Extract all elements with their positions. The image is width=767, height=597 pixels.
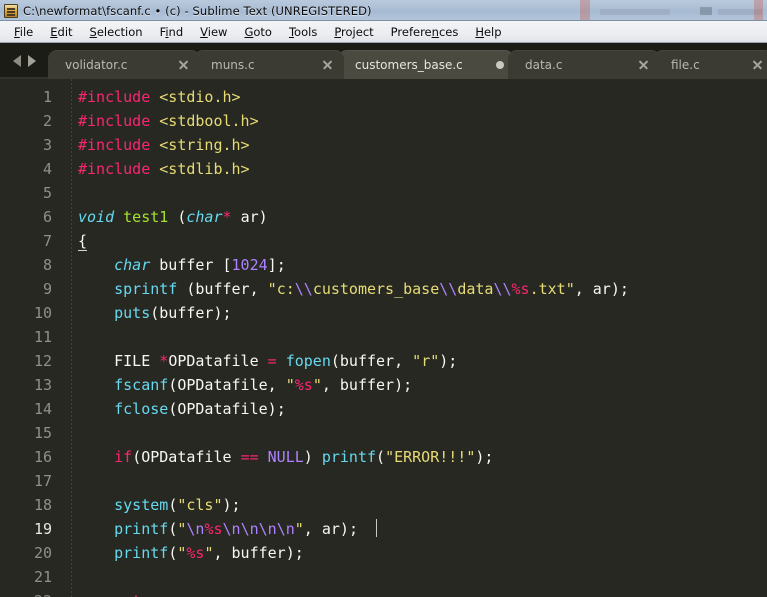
code-line: printf("%s", buffer);: [114, 544, 304, 562]
menu-item-edit[interactable]: Edit: [42, 23, 81, 41]
menu-item-view[interactable]: View: [192, 23, 236, 41]
code-line: printf("\n%s\n\n\n\n", ar);: [78, 517, 767, 541]
tab-file-c[interactable]: file.c: [654, 50, 767, 79]
close-icon[interactable]: [751, 58, 764, 71]
close-icon[interactable]: [177, 58, 190, 71]
code-line: return;: [78, 589, 767, 597]
code-line: char buffer [1024];: [114, 256, 286, 274]
code-line: fclose(OPDatafile);: [114, 400, 286, 418]
line-number: 12: [33, 352, 52, 370]
code-line: #include <stdio.h>: [78, 88, 241, 106]
arrow-left-icon[interactable]: [12, 55, 21, 67]
line-number: 14: [33, 400, 52, 418]
line-number: 18: [33, 496, 52, 514]
line-number: 22: [0, 589, 62, 597]
code-content[interactable]: #include <stdio.h> #include <stdbool.h> #i…: [62, 79, 767, 597]
line-number: 11: [33, 328, 52, 346]
line-number: 15: [33, 424, 52, 442]
line-number: 13: [33, 376, 52, 394]
line-number: 17: [33, 472, 52, 490]
line-number-gutter: 1234567891011121314151617181920212223: [0, 79, 62, 597]
line-number: 10: [33, 304, 52, 322]
sublime-text-icon: [4, 3, 18, 18]
tab-label: volidator.c: [65, 57, 128, 72]
desktop-ghost: [580, 0, 590, 21]
line-number: 7: [42, 232, 52, 250]
line-number: 1: [42, 88, 52, 106]
line-number: 6: [42, 208, 52, 226]
sublime-text-window: C:\newformat\fscanf.c • (c) - Sublime Te…: [0, 0, 767, 597]
line-number: 8: [42, 256, 52, 274]
dirty-dot-icon[interactable]: [496, 60, 504, 69]
tab-strip: volidator.c muns.c customers_base.c data.c f…: [48, 43, 767, 79]
tab-volidator-c[interactable]: volidator.c: [48, 50, 200, 79]
close-icon[interactable]: [637, 58, 650, 71]
code-line: #include <stdbool.h>: [78, 112, 259, 130]
code-line: {: [78, 232, 88, 251]
code-line: void test1 (char* ar): [78, 208, 268, 226]
code-line: FILE *OPDatafile = fopen(buffer, "r");: [114, 352, 458, 370]
desktop-ghost: [600, 9, 670, 15]
menu-item-project[interactable]: Project: [326, 23, 382, 41]
menu-item-preferences[interactable]: Preferences: [383, 23, 468, 41]
close-icon[interactable]: [321, 58, 334, 71]
code-line: #include <string.h>: [78, 136, 250, 154]
arrow-right-icon[interactable]: [27, 55, 36, 67]
line-number: 9: [42, 280, 52, 298]
line-number: 20: [33, 544, 52, 562]
menu-item-tools[interactable]: Tools: [281, 23, 326, 41]
desktop-ghost: [700, 7, 712, 15]
code-line: puts(buffer);: [114, 304, 232, 322]
menu-item-selection[interactable]: Selection: [82, 23, 152, 41]
line-number: 16: [33, 448, 52, 466]
desktop-ghost: [718, 9, 762, 15]
line-number: 2: [42, 112, 52, 130]
code-line: sprintf (buffer, "c:\\customers_base\\da…: [114, 280, 629, 298]
tab-data-c[interactable]: data.c: [508, 50, 660, 79]
tab-customers_base-c[interactable]: customers_base.c: [338, 50, 514, 79]
text-cursor: [376, 519, 378, 537]
tab-navigation: [0, 43, 48, 79]
menu-item-goto[interactable]: Goto: [236, 23, 281, 41]
title-bar: C:\newformat\fscanf.c • (c) - Sublime Te…: [0, 0, 767, 21]
tab-label: muns.c: [211, 57, 255, 72]
code-editor[interactable]: 1234567891011121314151617181920212223 #i…: [0, 79, 767, 597]
menu-item-help[interactable]: Help: [467, 23, 510, 41]
tab-bar: volidator.c muns.c customers_base.c data.c f…: [0, 43, 767, 79]
tab-muns-c[interactable]: muns.c: [194, 50, 344, 79]
menu-item-find[interactable]: Find: [152, 23, 193, 41]
desktop-ghost: [754, 0, 763, 21]
line-number: 21: [33, 568, 52, 586]
line-number: 3: [42, 136, 52, 154]
line-number: 4: [42, 160, 52, 178]
menu-bar: File Edit Selection Find View Goto Tools Projec…: [0, 21, 767, 43]
code-line: #include <stdlib.h>: [78, 160, 250, 178]
tab-label: file.c: [671, 57, 700, 72]
tab-label: data.c: [525, 57, 563, 72]
code-line: if(OPDatafile == NULL) printf("ERROR!!!"…: [114, 448, 494, 466]
line-number: 19: [0, 517, 62, 541]
window-title: C:\newformat\fscanf.c • (c) - Sublime Te…: [23, 3, 372, 18]
line-number: 5: [42, 184, 52, 202]
code-line: system("cls");: [114, 496, 241, 514]
code-line: fscanf(OPDatafile, "%s", buffer);: [114, 376, 413, 394]
menu-item-file[interactable]: File: [6, 23, 42, 41]
tab-label: customers_base.c: [355, 57, 463, 72]
